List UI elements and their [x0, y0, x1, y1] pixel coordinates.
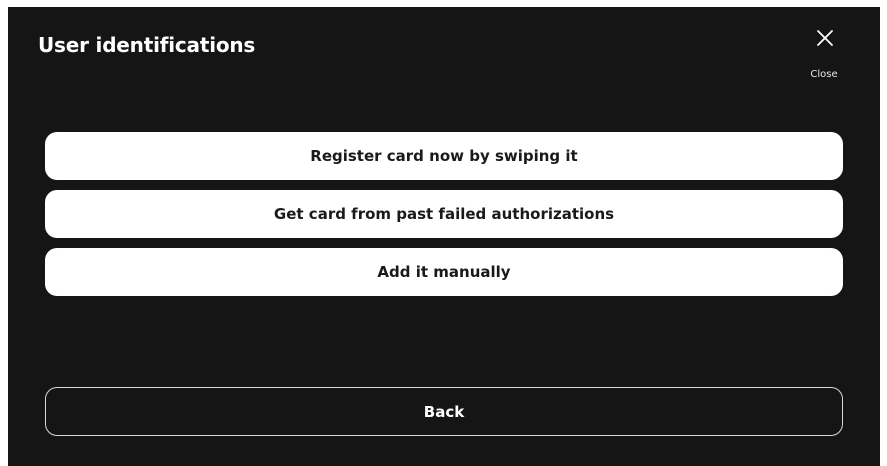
user-identifications-dialog: User identifications Close Register card…	[8, 7, 880, 466]
add-manually-button[interactable]: Add it manually	[45, 248, 843, 296]
option-label: Get card from past failed authorizations	[273, 205, 615, 223]
close-label: Close	[810, 69, 838, 80]
close-button[interactable]: Close	[804, 23, 844, 83]
register-card-swipe-button[interactable]: Register card now by swiping it	[45, 132, 843, 180]
dialog-title: User identifications	[38, 33, 256, 57]
close-icon	[817, 30, 833, 46]
back-button[interactable]: Back	[45, 387, 843, 436]
back-label: Back	[423, 402, 465, 421]
failed-authorizations-button[interactable]: Get card from past failed authorizations	[45, 190, 843, 238]
option-label: Register card now by swiping it	[310, 147, 578, 165]
option-label: Add it manually	[377, 263, 511, 281]
